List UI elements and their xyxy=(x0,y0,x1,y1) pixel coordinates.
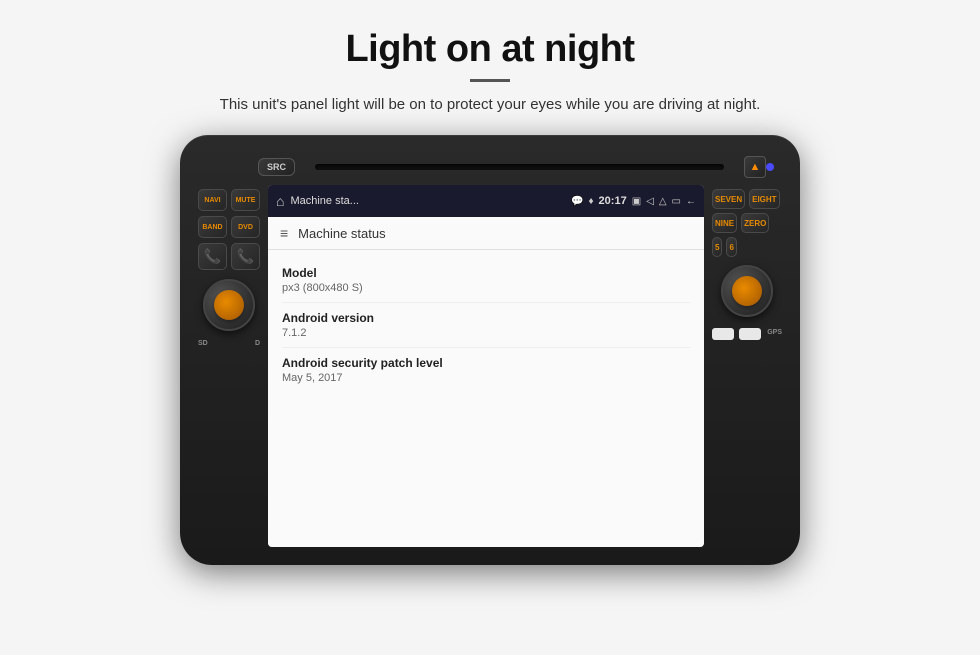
right-knob[interactable] xyxy=(721,265,773,317)
chat-icon: 💬 xyxy=(571,196,583,207)
num-row-3: 5 6 xyxy=(712,237,782,257)
white-tab-2 xyxy=(739,328,761,340)
sd-label: SD xyxy=(198,340,208,347)
android-version-value: 7.1.2 xyxy=(282,327,690,339)
info-item-android-version: Android version 7.1.2 xyxy=(282,303,690,348)
app-header-title: Machine status xyxy=(298,226,385,241)
seven-eight-row: SEVEN EIGHT xyxy=(712,189,782,209)
left-knob-inner xyxy=(214,290,244,320)
top-bar: SRC ▲ xyxy=(198,153,782,181)
info-list: Model px3 (800x480 S) Android version 7.… xyxy=(268,250,704,400)
app-content: ≡ Machine status Model px3 (800x480 S) A… xyxy=(268,217,704,547)
warning-button[interactable]: ▲ xyxy=(744,156,766,178)
right-knob-inner xyxy=(732,276,762,306)
left-panel: NAVI MUTE BAND DVD 📞 📞 SD D xyxy=(198,185,260,547)
title-divider xyxy=(470,79,510,82)
head-unit: SRC ▲ NAVI MUTE BAND DVD 📞 📞 xyxy=(180,135,800,565)
zero-button[interactable]: ZERO xyxy=(741,213,769,233)
gps-row: GPS xyxy=(712,325,782,340)
main-area: NAVI MUTE BAND DVD 📞 📞 SD D ⌂ xyxy=(198,185,782,547)
security-patch-label: Android security patch level xyxy=(282,356,690,370)
warning-icon: ▲ xyxy=(750,161,761,173)
src-button[interactable]: SRC xyxy=(258,158,295,176)
status-time: 20:17 xyxy=(599,195,627,207)
mute-button[interactable]: MUTE xyxy=(231,189,260,211)
band-button[interactable]: BAND xyxy=(198,216,227,238)
disc-slot xyxy=(315,164,724,170)
d-label: D xyxy=(255,340,260,347)
security-patch-value: May 5, 2017 xyxy=(282,372,690,384)
photo-icon: ▣ xyxy=(632,196,641,207)
model-label: Model xyxy=(282,266,690,280)
page-title: Light on at night xyxy=(345,28,634,71)
gps-label: GPS xyxy=(767,329,782,340)
white-tab-1 xyxy=(712,328,734,340)
status-bar: ⌂ Machine sta... 💬 ♦ 20:17 ▣ ◁ △ ▭ ← xyxy=(268,185,704,217)
app-header: ≡ Machine status xyxy=(268,217,704,250)
status-bar-title: Machine sta... xyxy=(290,195,565,207)
back-icon[interactable]: ← xyxy=(686,196,696,207)
num5-button[interactable]: 5 xyxy=(712,237,722,257)
num6-button[interactable]: 6 xyxy=(726,237,736,257)
indicator-dot xyxy=(766,163,774,171)
vol-icon: ◁ xyxy=(646,196,654,207)
hamburger-icon[interactable]: ≡ xyxy=(280,225,288,241)
seven-button[interactable]: SEVEN xyxy=(712,189,745,209)
navi-button[interactable]: NAVI xyxy=(198,189,227,211)
cast-icon: ▭ xyxy=(672,196,681,207)
status-icons: 💬 ♦ 20:17 ▣ ◁ △ ▭ ← xyxy=(571,195,696,207)
info-item-security-patch: Android security patch level May 5, 2017 xyxy=(282,348,690,392)
android-version-label: Android version xyxy=(282,311,690,325)
band-dvd-row: BAND DVD xyxy=(198,216,260,238)
model-value: px3 (800x480 S) xyxy=(282,282,690,294)
eight-button[interactable]: EIGHT xyxy=(749,189,779,209)
call-row: 📞 📞 xyxy=(198,243,260,270)
dvd-button[interactable]: DVD xyxy=(231,216,260,238)
screen: ⌂ Machine sta... 💬 ♦ 20:17 ▣ ◁ △ ▭ ← ≡ M… xyxy=(268,185,704,547)
left-knob[interactable] xyxy=(203,279,255,331)
navi-mute-row: NAVI MUTE xyxy=(198,189,260,211)
home-icon[interactable]: ⌂ xyxy=(276,193,284,209)
call-accept-button[interactable]: 📞 xyxy=(198,243,227,270)
nine-button[interactable]: NINE xyxy=(712,213,737,233)
subtitle: This unit's panel light will be on to pr… xyxy=(220,96,761,113)
info-item-model: Model px3 (800x480 S) xyxy=(282,258,690,303)
eject-icon: △ xyxy=(659,196,667,207)
right-panel: SEVEN EIGHT NINE ZERO 5 6 GPS xyxy=(712,185,782,547)
sd-labels: SD D xyxy=(198,340,260,347)
white-tabs xyxy=(712,328,761,340)
nine-zero-row: NINE ZERO xyxy=(712,213,782,233)
call-end-button[interactable]: 📞 xyxy=(231,243,260,270)
pin-icon: ♦ xyxy=(588,196,593,207)
